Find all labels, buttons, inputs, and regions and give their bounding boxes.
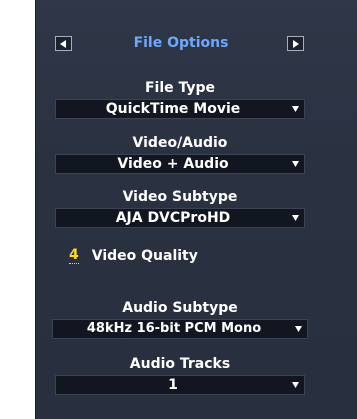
file-type-label: File Type: [144, 80, 216, 96]
video-subtype-dropdown[interactable]: AJA DVCProHD: [55, 208, 305, 228]
dropdown-arrow-icon: [292, 215, 299, 221]
next-page-button[interactable]: [287, 36, 304, 51]
left-arrow-icon: [60, 39, 66, 48]
audio-tracks-dropdown[interactable]: 1: [55, 375, 305, 395]
video-audio-dropdown[interactable]: Video + Audio: [55, 154, 305, 174]
panel-title: File Options: [133, 35, 229, 51]
file-options-panel: File Options File Type QuickTime Movie V…: [35, 0, 357, 419]
video-subtype-label: Video Subtype: [122, 189, 238, 205]
audio-subtype-dropdown[interactable]: 48kHz 16-bit PCM Mono: [52, 319, 308, 339]
audio-subtype-label: Audio Subtype: [122, 300, 238, 316]
dropdown-arrow-icon: [295, 326, 302, 332]
audio-subtype-value: 48kHz 16-bit PCM Mono: [86, 321, 262, 336]
dropdown-arrow-icon: [292, 161, 299, 167]
video-subtype-value: AJA DVCProHD: [115, 210, 231, 226]
video-audio-label: Video/Audio: [132, 135, 228, 151]
audio-tracks-label: Audio Tracks: [129, 356, 231, 372]
dropdown-arrow-icon: [292, 382, 299, 388]
file-type-dropdown[interactable]: QuickTime Movie: [55, 99, 305, 119]
dropdown-arrow-icon: [292, 106, 299, 112]
video-audio-value: Video + Audio: [117, 156, 229, 172]
video-quality-row: 4 Video Quality: [69, 246, 198, 266]
previous-page-button[interactable]: [55, 36, 72, 51]
right-arrow-icon: [293, 39, 299, 48]
video-quality-label: Video Quality: [91, 247, 198, 264]
file-type-value: QuickTime Movie: [105, 101, 241, 117]
audio-tracks-value: 1: [168, 377, 178, 393]
video-quality-value[interactable]: 4: [69, 248, 79, 264]
